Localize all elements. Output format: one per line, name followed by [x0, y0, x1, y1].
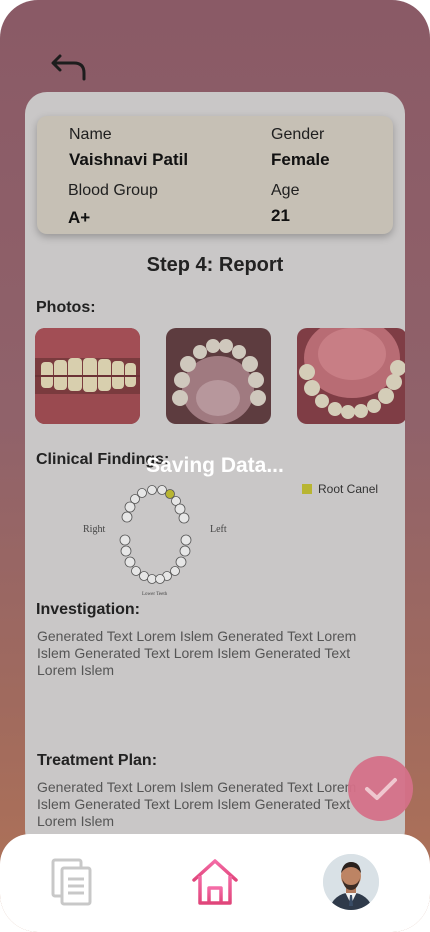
age-value: 21: [271, 206, 290, 225]
blood-group-value: A+: [68, 208, 91, 227]
treatment-plan-label: Treatment Plan:: [37, 752, 158, 769]
undo-arrow-icon: [51, 54, 86, 81]
investigation-label: Investigation:: [36, 601, 141, 618]
nav-profile[interactable]: [323, 854, 379, 910]
investigation-text: Generated Text Lorem Islem Generated Tex…: [37, 628, 357, 678]
back-button[interactable]: [48, 50, 90, 86]
tooth-upper-10: [178, 512, 190, 524]
app-screen: Name Vaishnavi Patil Gender Female Blood…: [0, 0, 430, 932]
saving-status: Saving Data...: [146, 454, 284, 477]
age-label: Age: [271, 182, 300, 199]
gender-value: Female: [271, 150, 330, 169]
tooth-upper-8: [174, 503, 186, 515]
tooth-lower-7: [131, 566, 141, 576]
nav-documents[interactable]: [44, 854, 100, 910]
name-label: Name: [69, 126, 112, 143]
tooth-lower-5: [124, 556, 136, 568]
step-title: Step 4: Report: [146, 254, 284, 276]
teeth-photo-front[interactable]: [35, 328, 140, 424]
gender-label: Gender: [271, 126, 325, 143]
chart-legend: Root Canel: [302, 482, 378, 496]
confirm-button[interactable]: [348, 756, 413, 821]
teeth-photo-upper-arch[interactable]: [166, 328, 271, 424]
tooth-lower-2: [180, 534, 192, 546]
chart-lower-label: Lower Teeth: [142, 592, 168, 597]
tooth-lower-8: [170, 566, 180, 576]
documents-icon: [51, 858, 92, 906]
teeth-photo-lower-arch[interactable]: [297, 328, 405, 424]
check-icon: [364, 777, 397, 800]
dental-chart[interactable]: Right Left Lower Teeth: [80, 476, 240, 602]
tooth-upper-7: [124, 501, 136, 513]
tooth-upper-2: [157, 485, 167, 495]
avatar: [323, 854, 379, 910]
home-icon: [192, 859, 238, 905]
photos-label: Photos:: [36, 299, 96, 316]
chart-right-label: Right: [83, 524, 105, 535]
tooth-lower-6: [175, 556, 187, 568]
name-value: Vaishnavi Patil: [69, 150, 189, 169]
patient-info-card: Name Vaishnavi Patil Gender Female Blood…: [37, 116, 393, 234]
tooth-lower-12: [155, 574, 165, 584]
bottom-navigation: [0, 834, 430, 932]
legend-label: Root Canel: [318, 482, 379, 496]
tooth-upper-9: [121, 511, 133, 523]
tooth-lower-3: [120, 545, 132, 557]
nav-home[interactable]: [187, 854, 243, 910]
legend-swatch: [302, 484, 312, 494]
treatment-plan-text: Generated Text Lorem Islem Generated Tex…: [37, 779, 357, 829]
blood-group-label: Blood Group: [68, 182, 158, 199]
tooth-lower-1: [119, 534, 131, 546]
tooth-lower-4: [179, 545, 191, 557]
tooth-upper-1: [147, 485, 157, 495]
chart-left-label: Left: [210, 524, 227, 535]
